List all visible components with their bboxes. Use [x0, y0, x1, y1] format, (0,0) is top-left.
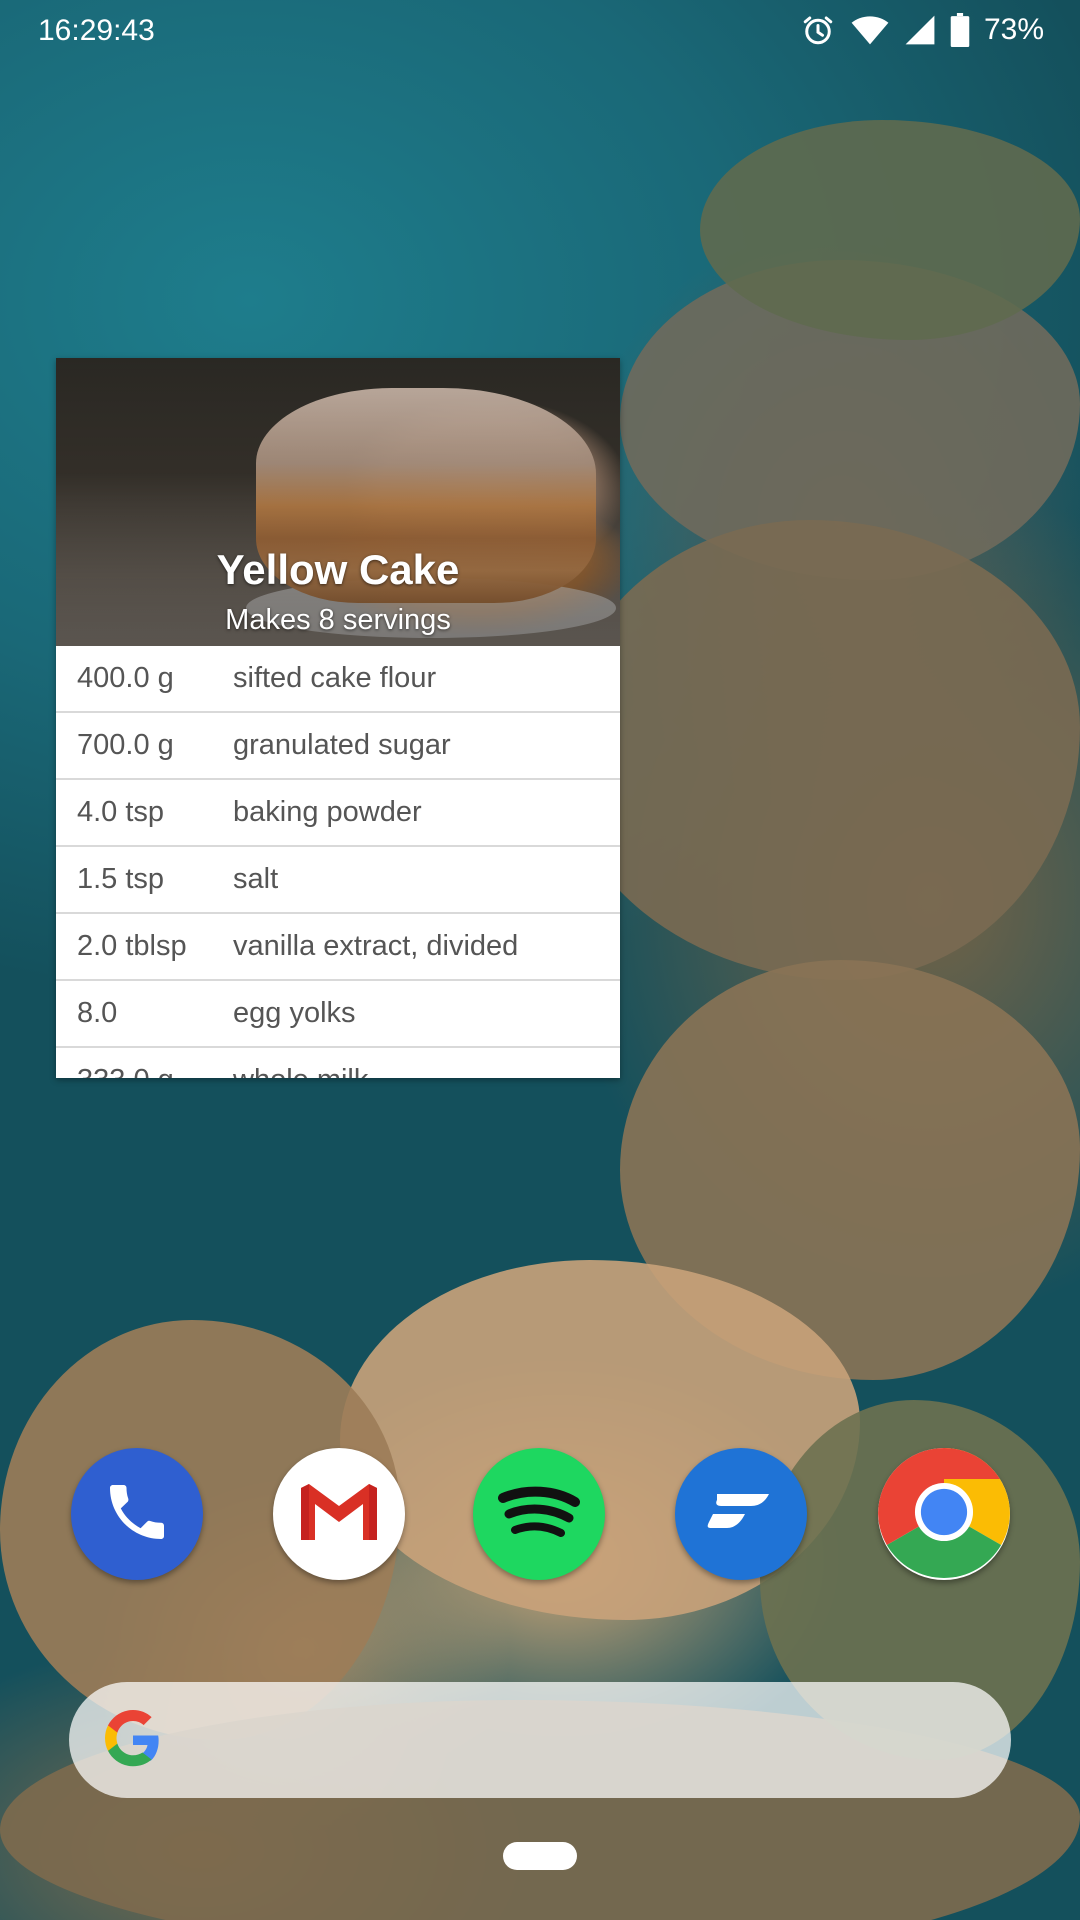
wifi-icon [850, 14, 890, 46]
ingredient-row[interactable]: 2.0 tblsp vanilla extract, divided [56, 914, 620, 981]
chrome-icon [878, 1448, 1010, 1580]
recipe-title: Yellow Cake [216, 546, 460, 593]
ingredient-row[interactable]: 8.0 egg yolks [56, 981, 620, 1048]
cell-signal-icon [904, 14, 936, 46]
status-time: 16:29:43 [38, 14, 155, 47]
google-search-bar[interactable] [69, 1682, 1011, 1798]
ingredient-list[interactable]: 400.0 g sifted cake flour 700.0 g granul… [56, 646, 620, 1078]
google-g-icon[interactable] [103, 1710, 163, 1775]
ingredient-row[interactable]: 400.0 g sifted cake flour [56, 646, 620, 713]
ingredient-name: salt [233, 863, 279, 895]
ingredient-name: baking powder [233, 796, 422, 828]
ingredient-quantity: 333.0 g [56, 1064, 233, 1078]
phone-icon [101, 1476, 173, 1553]
phone-app-button[interactable] [71, 1448, 203, 1580]
chrome-app-button[interactable] [878, 1448, 1010, 1580]
ingredient-row[interactable]: 1.5 tsp salt [56, 847, 620, 914]
ingredient-quantity: 1.5 tsp [77, 863, 165, 895]
home-gesture-pill[interactable] [503, 1842, 577, 1870]
app-button[interactable] [675, 1448, 807, 1580]
battery-icon [950, 13, 970, 47]
status-icons: 73% [800, 12, 1044, 48]
ingredient-name: sifted cake flour [233, 662, 437, 694]
alarm-icon [800, 12, 836, 48]
spotify-app-button[interactable] [473, 1448, 605, 1580]
ingredient-name: egg yolks [233, 997, 356, 1029]
status-bar: 16:29:43 73% [0, 0, 1080, 64]
spotify-icon [497, 1482, 581, 1547]
ingredient-quantity: 2.0 tblsp [77, 930, 187, 962]
recipe-widget[interactable]: Yellow Cake Makes 8 servings 400.0 g sif… [56, 358, 620, 1078]
ingredient-row[interactable]: 333.0 g whole milk [56, 1048, 620, 1078]
ingredient-row[interactable]: 700.0 g granulated sugar [56, 713, 620, 780]
battery-percent: 73% [983, 13, 1044, 46]
app-dock [0, 1448, 1080, 1580]
ingredient-quantity: 8.0 [77, 997, 118, 1029]
ingredient-quantity: 4.0 tsp [77, 796, 165, 828]
app-icon [701, 1482, 781, 1547]
recipe-header[interactable]: Yellow Cake Makes 8 servings [56, 358, 620, 646]
wallpaper-rock [560, 520, 1080, 980]
home-screen: 16:29:43 73% Yellow Cake Makes 8 serving… [0, 0, 1080, 1920]
ingredient-name: vanilla extract, divided [233, 930, 519, 962]
ingredient-quantity: 700.0 g [77, 729, 174, 761]
ingredient-row[interactable]: 4.0 tsp baking powder [56, 780, 620, 847]
ingredient-name: whole milk [233, 1064, 620, 1078]
gmail-app-button[interactable] [273, 1448, 405, 1580]
recipe-servings: Makes 8 servings [225, 604, 451, 636]
ingredient-quantity: 400.0 g [77, 662, 174, 694]
ingredient-name: granulated sugar [233, 729, 451, 761]
gmail-icon [297, 1480, 381, 1549]
